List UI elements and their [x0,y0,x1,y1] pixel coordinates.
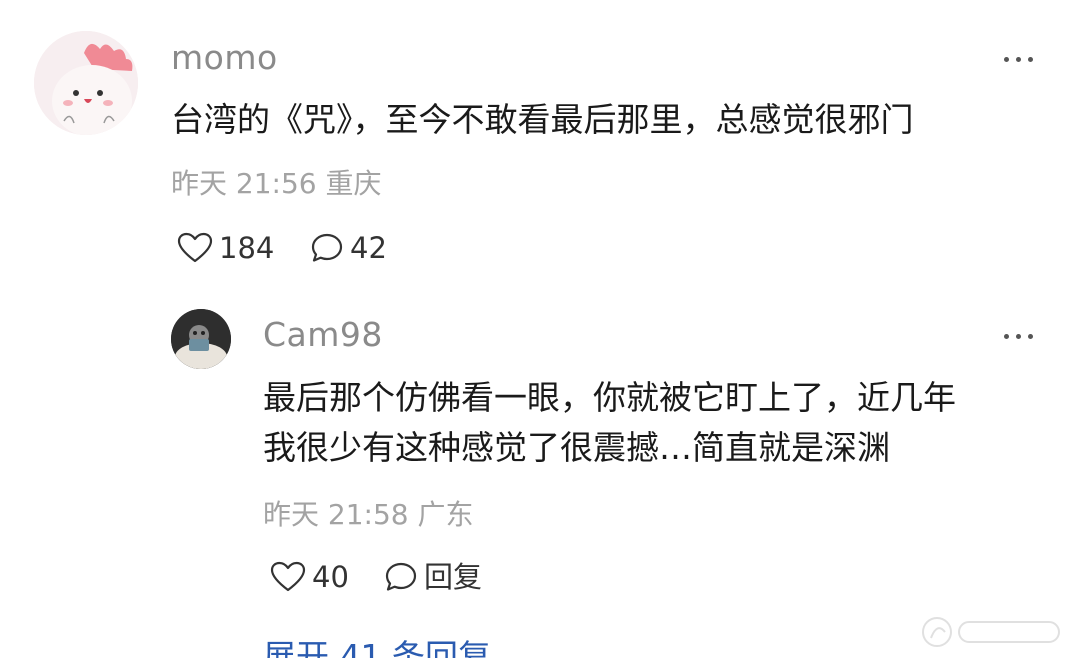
comment-meta: 昨天 21:56 重庆 [171,170,382,198]
speech-bubble-icon [385,562,417,591]
comment-thread: momo 台湾的《咒》，至今不敢看最后那里，总感觉很邪门 昨天 21:56 重庆… [0,0,1083,658]
reply-location: 广东 [417,498,474,531]
reply-more-dots-icon[interactable] [1004,334,1033,339]
comment-text: 台湾的《咒》，至今不敢看最后那里，总感觉很邪门 [171,100,914,139]
reply-like-count: 40 [312,559,349,594]
reply-username[interactable]: Cam98 [263,318,383,351]
avatar-image [34,31,138,135]
comment-location: 重庆 [325,167,382,200]
avatar[interactable] [34,31,138,135]
reply-meta: 昨天 21:58 广东 [263,501,474,529]
heart-outline-icon [177,232,213,263]
reply-button[interactable]: 回复 [384,561,482,593]
weibo-watermark-logo [915,612,1075,656]
reply-avatar-image [171,309,231,369]
reply-time: 昨天 21:58 [263,498,409,531]
speech-bubble-icon [311,233,343,262]
reply-text-line-2: 我很少有这种感觉了很震撼…简直就是深渊 [263,428,890,467]
comment-time: 昨天 21:56 [171,167,317,200]
expand-replies-link[interactable]: 展开 41 条回复 [263,640,491,658]
heart-outline-icon [270,561,306,592]
like-count: 184 [219,230,275,265]
reply-label: 回复 [424,559,483,594]
more-dots-icon[interactable] [1004,57,1033,62]
reply-avatar[interactable] [171,309,231,369]
reply-text-line-1: 最后那个仿佛看一眼，你就被它盯上了，近几年 [263,378,956,417]
reply-count: 42 [350,230,387,265]
username[interactable]: momo [171,41,278,74]
like-button[interactable]: 184 [177,232,274,264]
reply-count-button[interactable]: 42 [310,232,387,264]
reply-like-button[interactable]: 40 [270,561,349,593]
